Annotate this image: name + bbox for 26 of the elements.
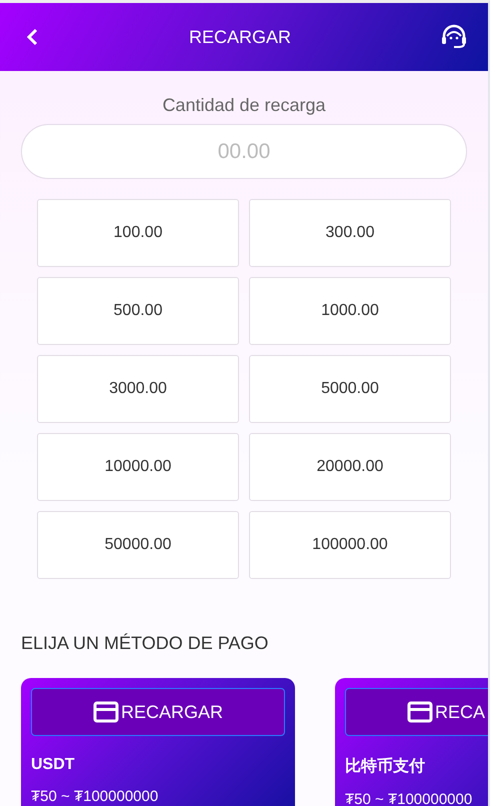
recharge-button[interactable]: RECA bbox=[345, 688, 488, 736]
section-title: ELIJA UN MÉTODO DE PAGO bbox=[21, 633, 270, 654]
amount-option[interactable]: 300.00 bbox=[249, 199, 451, 267]
amount-option[interactable]: 50000.00 bbox=[37, 511, 239, 579]
amount-option[interactable]: 10000.00 bbox=[37, 433, 239, 501]
amount-range: ₮50 ~ ₮100000000 bbox=[345, 791, 474, 806]
amount-option[interactable]: 20000.00 bbox=[249, 433, 451, 501]
method-name: USDT bbox=[31, 756, 76, 774]
card-icon bbox=[93, 701, 119, 723]
amount-option[interactable]: 1000.00 bbox=[249, 277, 451, 345]
amount-option[interactable]: 100.00 bbox=[37, 199, 239, 267]
back-icon bbox=[26, 28, 40, 46]
method-name: 比特币支付 bbox=[345, 756, 426, 777]
headset-icon bbox=[440, 24, 468, 50]
recharge-button[interactable]: RECARGAR bbox=[31, 688, 285, 736]
card-icon bbox=[407, 701, 433, 723]
amount-option[interactable]: 5000.00 bbox=[249, 355, 451, 423]
amount-input[interactable]: 00.00 bbox=[21, 124, 467, 179]
amount-label: Cantidad de recarga bbox=[161, 95, 327, 116]
support-button[interactable] bbox=[440, 24, 468, 50]
page-title: RECARGAR bbox=[188, 26, 291, 48]
amount-option[interactable]: 100000.00 bbox=[249, 511, 451, 579]
amount-range: ₮50 ~ ₮100000000 bbox=[31, 788, 160, 805]
amount-option[interactable]: 500.00 bbox=[37, 277, 239, 345]
amount-option[interactable]: 3000.00 bbox=[37, 355, 239, 423]
back-button[interactable] bbox=[26, 28, 40, 46]
